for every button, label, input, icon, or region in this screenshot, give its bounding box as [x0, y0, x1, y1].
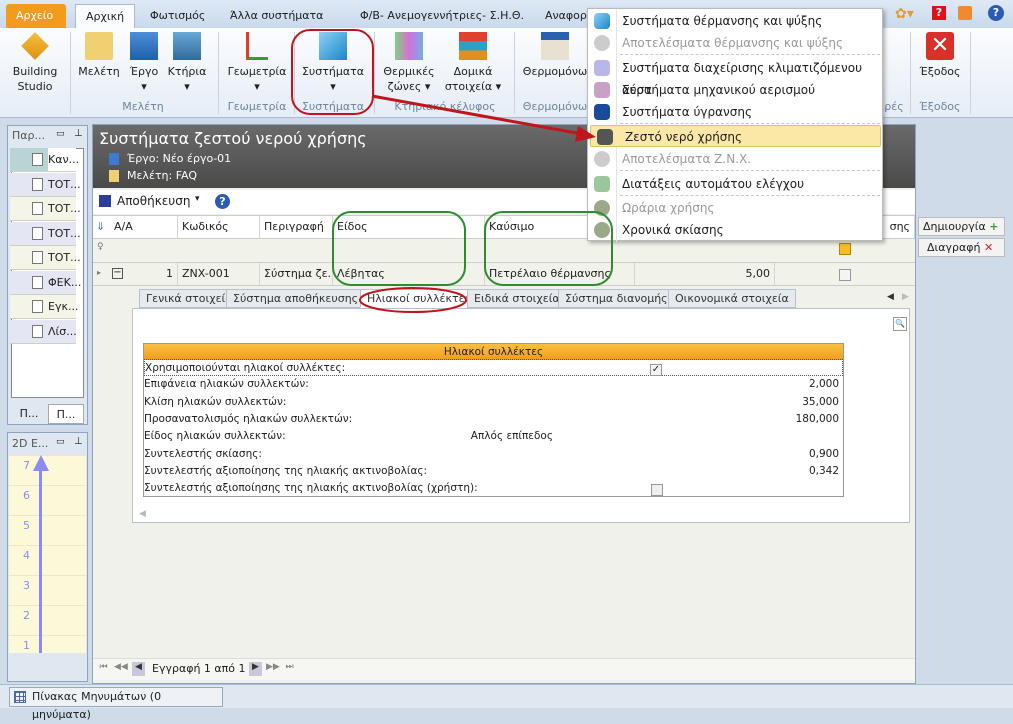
- arrow-head-icon: [575, 126, 596, 142]
- fuel-highlight: [484, 211, 613, 286]
- type-highlight: [332, 211, 466, 286]
- solar-tab-highlight: [359, 287, 467, 313]
- systems-highlight: [291, 29, 374, 115]
- pointer-arrow: [371, 94, 583, 136]
- annotations: [291, 29, 613, 313]
